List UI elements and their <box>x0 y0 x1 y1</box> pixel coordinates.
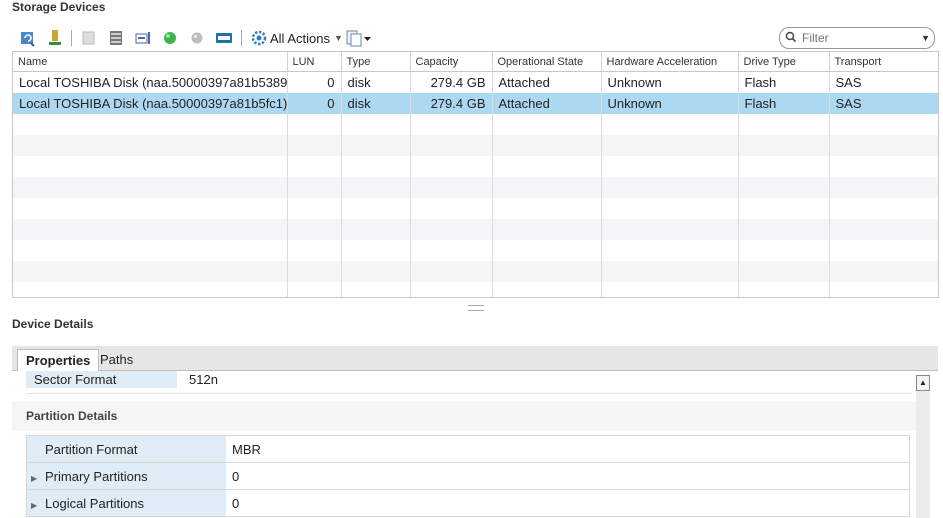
partition-details-table: Partition Format MBR ▶ Primary Partitions… <box>26 435 910 517</box>
property-value: 512n <box>189 372 218 387</box>
turn-on-led-icon[interactable] <box>161 29 179 47</box>
property-row-sector-format: Sector Format 512n <box>26 371 912 394</box>
rescan-storage-icon[interactable] <box>107 29 125 47</box>
storage-toolbar: All Actions ▼ ▼ <box>12 26 938 50</box>
attach-device-icon[interactable] <box>46 29 64 47</box>
empty-row <box>13 177 938 198</box>
hdd-icon[interactable] <box>215 29 233 47</box>
cell-hw-accel: Unknown <box>601 71 739 93</box>
properties-panel: Sector Format 512n Partition Details Par… <box>12 371 938 518</box>
cell-type: disk <box>341 93 411 114</box>
column-header-lun[interactable]: LUN <box>287 52 342 72</box>
column-header-capacity[interactable]: Capacity <box>410 52 493 72</box>
all-actions-menu[interactable]: All Actions ▼ <box>250 28 343 48</box>
empty-row <box>13 114 938 135</box>
empty-row <box>13 261 938 282</box>
actions-gear-icon <box>250 29 268 47</box>
empty-row <box>13 219 938 240</box>
refresh-icon[interactable] <box>19 29 37 47</box>
table-row-selected[interactable]: Local TOSHIBA Disk (naa.50000397a81b5fc1… <box>13 93 938 114</box>
property-row-primary-partitions[interactable]: ▶ Primary Partitions 0 <box>26 462 910 490</box>
turn-off-led-icon[interactable] <box>188 29 206 47</box>
cell-name: Local TOSHIBA Disk (naa.50000397a81b5fc1… <box>13 93 288 114</box>
export-icon[interactable] <box>346 29 372 47</box>
column-header-hardware-acceleration[interactable]: Hardware Acceleration <box>601 52 739 72</box>
filter-box[interactable]: ▼ <box>779 27 935 49</box>
column-header-transport[interactable]: Transport <box>829 52 938 72</box>
empty-row <box>13 156 938 177</box>
tab-properties[interactable]: Properties <box>17 349 100 372</box>
cell-drive-type: Flash <box>738 93 830 114</box>
column-header-type[interactable]: Type <box>341 52 411 72</box>
column-header-name[interactable]: Name <box>13 52 288 72</box>
expand-triangle-icon[interactable]: ▶ <box>31 501 45 510</box>
cell-lun: 0 <box>287 93 342 114</box>
toolbar-separator <box>71 30 72 46</box>
device-details-title: Device Details <box>12 317 94 331</box>
pane-splitter-handle[interactable] <box>468 305 484 311</box>
scrollbar-track[interactable] <box>916 391 930 518</box>
storage-devices-table: Name LUN Type Capacity Operational State… <box>12 51 939 298</box>
cell-name: Local TOSHIBA Disk (naa.50000397a81b5389… <box>13 71 288 93</box>
property-value: 0 <box>226 462 910 490</box>
property-key: Sector Format <box>26 371 177 388</box>
cell-lun: 0 <box>287 71 342 93</box>
partition-details-header: Partition Details <box>12 401 916 431</box>
column-header-operational-state[interactable]: Operational State <box>492 52 602 72</box>
cell-transport: SAS <box>829 93 938 114</box>
expand-triangle-icon[interactable]: ▶ <box>31 474 45 483</box>
detach-device-icon[interactable] <box>80 29 98 47</box>
cell-transport: SAS <box>835 75 862 90</box>
property-key: Partition Format <box>45 441 138 457</box>
cell-hw-accel: Unknown <box>601 93 739 114</box>
details-tab-bar: Properties Paths <box>12 346 938 372</box>
cell-state: Attached <box>492 93 602 114</box>
partition-details-title: Partition Details <box>26 409 118 423</box>
property-key: Logical Partitions <box>45 495 144 511</box>
cell-capacity: 279.4 GB <box>410 71 493 93</box>
rename-icon[interactable] <box>134 29 152 47</box>
property-row-logical-partitions[interactable]: ▶ Logical Partitions 0 <box>26 489 910 517</box>
all-actions-label: All Actions <box>270 30 330 46</box>
column-header-drive-type[interactable]: Drive Type <box>738 52 830 72</box>
filter-dropdown-icon[interactable]: ▼ <box>921 33 930 43</box>
property-value: 0 <box>226 489 910 517</box>
table-header-row: Name LUN Type Capacity Operational State… <box>13 52 938 72</box>
table-row[interactable]: Local TOSHIBA Disk (naa.50000397a81b5389… <box>13 71 938 93</box>
cell-capacity: 279.4 GB <box>410 93 493 114</box>
cell-type: disk <box>341 71 411 93</box>
empty-row <box>13 198 938 219</box>
property-value: MBR <box>226 435 910 463</box>
empty-row <box>13 282 938 297</box>
empty-row <box>13 135 938 156</box>
properties-scrollbar[interactable]: ▲ <box>916 375 930 518</box>
toolbar-separator <box>241 30 242 46</box>
tab-paths[interactable]: Paths <box>92 349 141 370</box>
scroll-up-arrow-icon[interactable]: ▲ <box>916 375 930 391</box>
cell-drive-type: Flash <box>738 71 830 93</box>
property-row-partition-format: Partition Format MBR <box>26 435 910 463</box>
filter-input[interactable] <box>802 30 912 45</box>
chevron-down-icon: ▼ <box>333 33 343 43</box>
empty-row <box>13 240 938 261</box>
search-icon <box>785 31 797 46</box>
property-key: Primary Partitions <box>45 468 148 484</box>
cell-state: Attached <box>492 71 602 93</box>
storage-devices-title: Storage Devices <box>12 0 106 14</box>
